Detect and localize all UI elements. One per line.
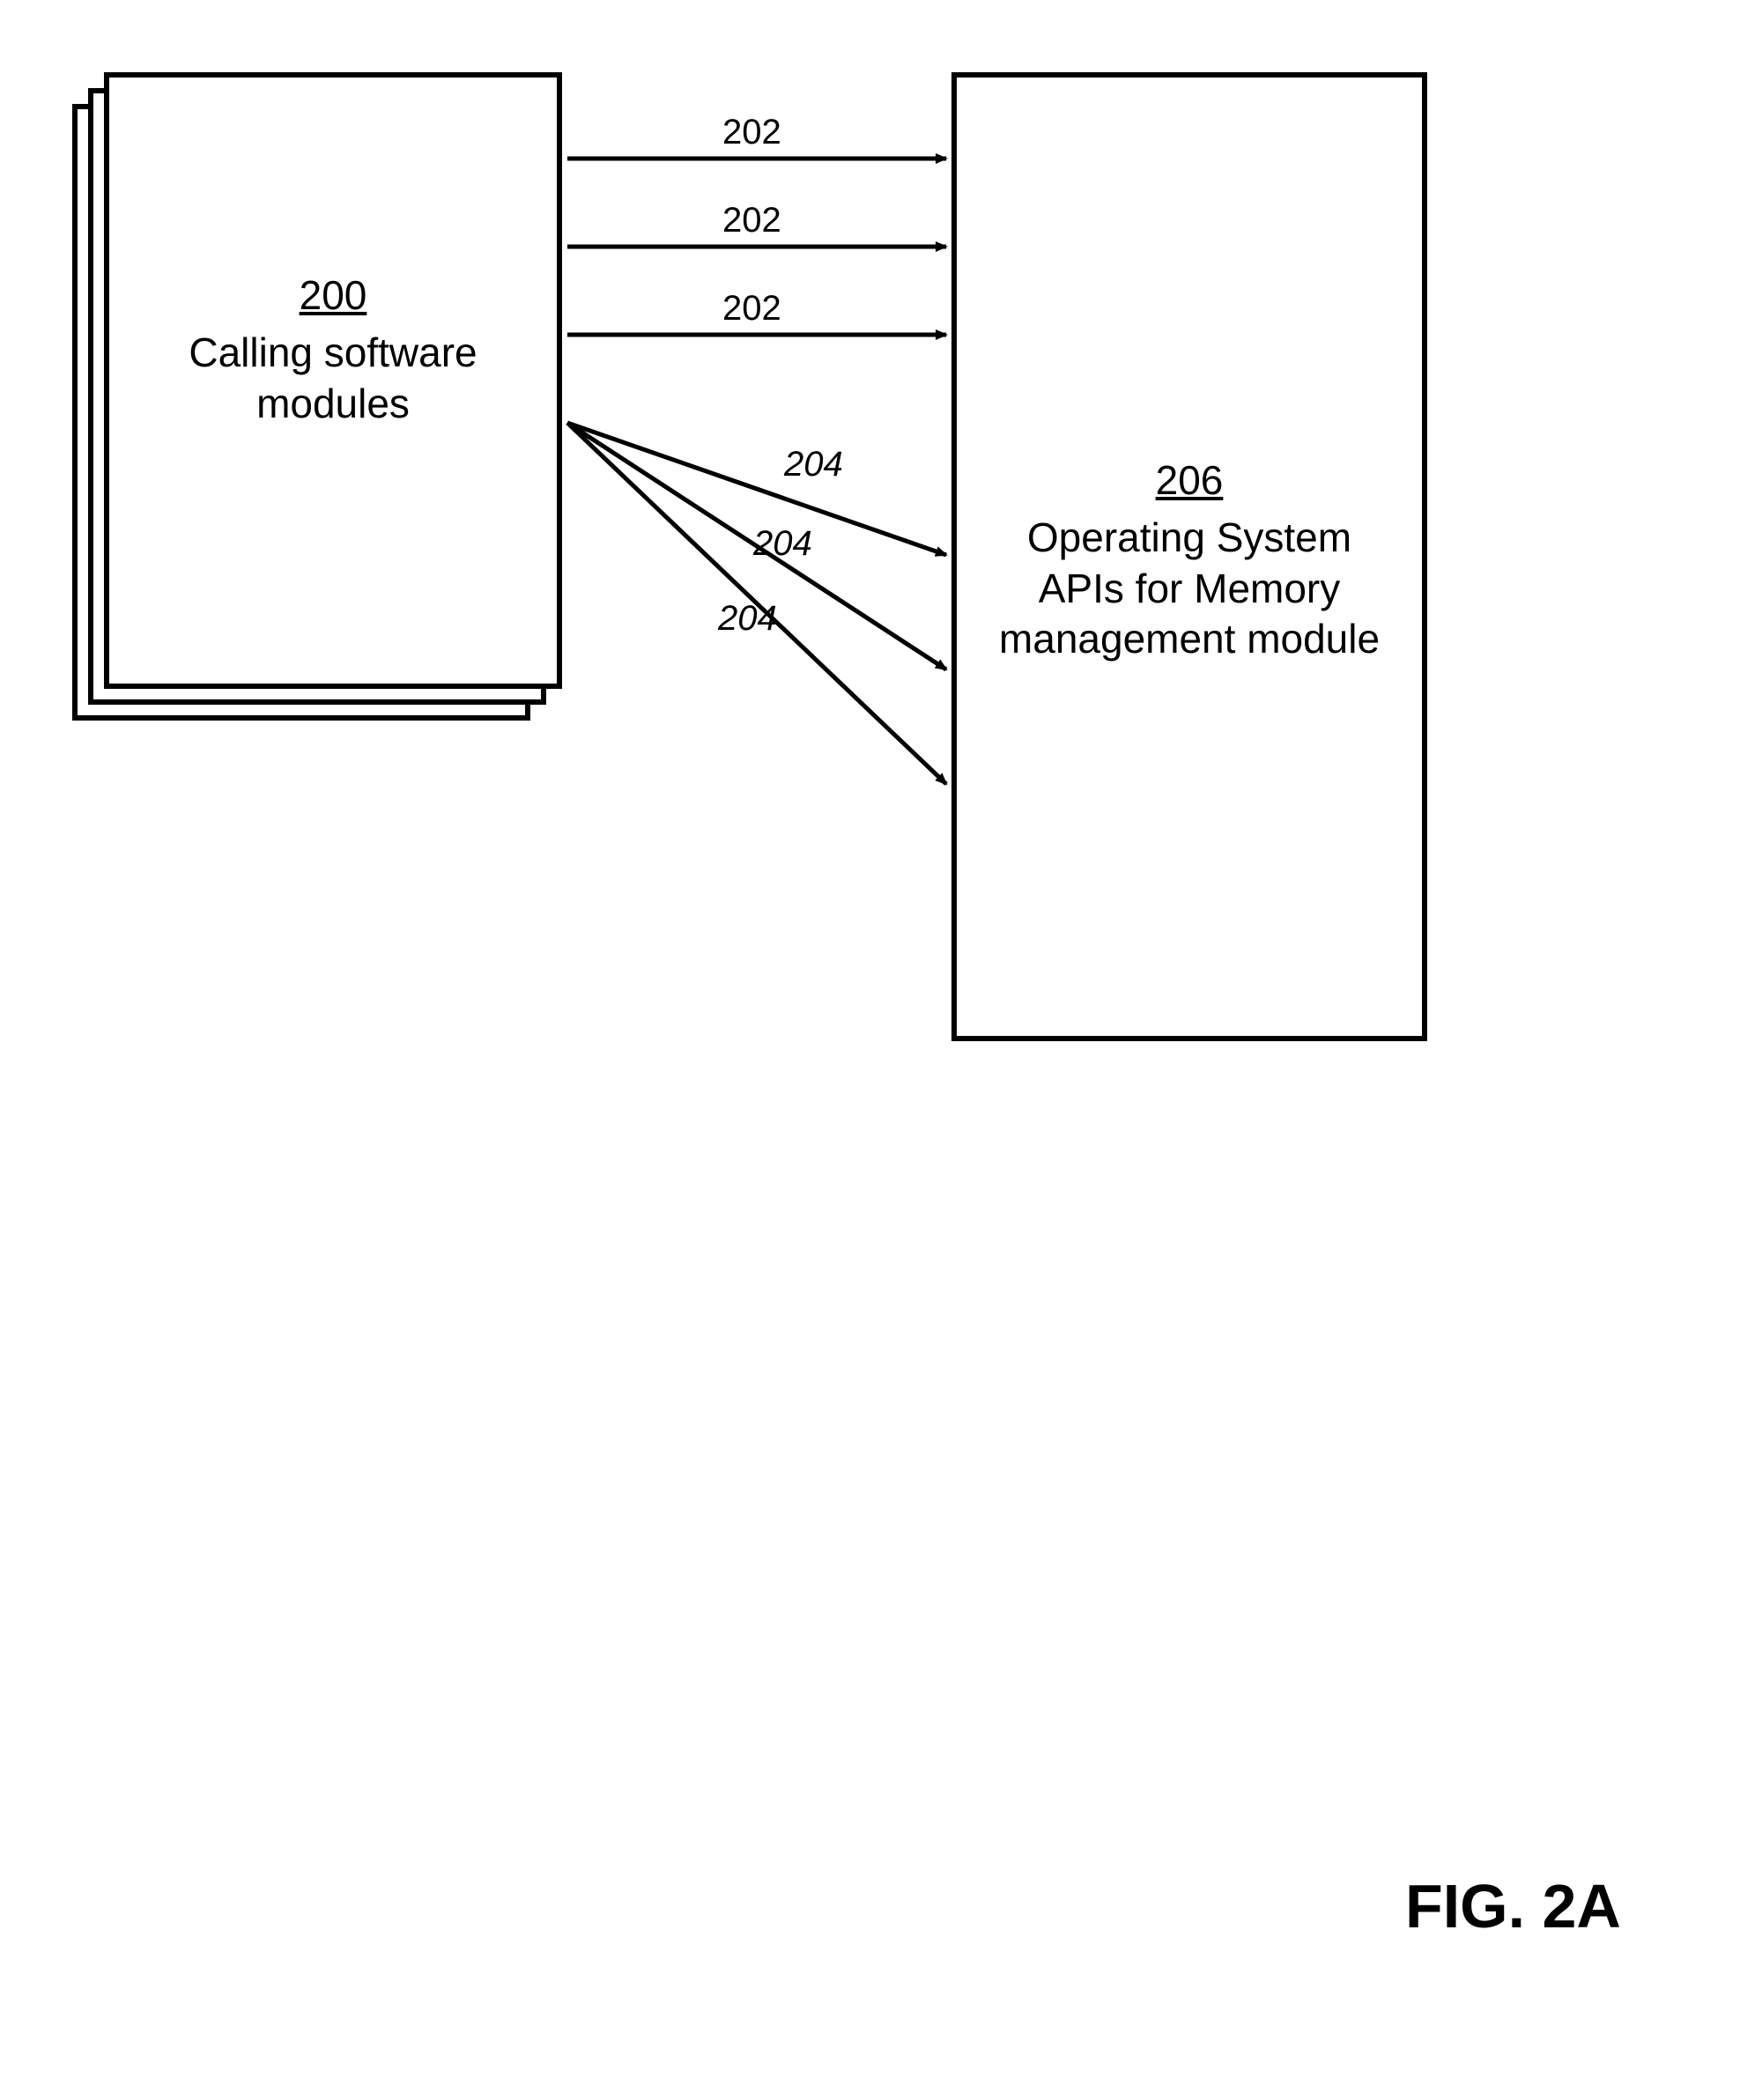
left-box-ref: 200 [109,271,557,319]
arrow-label-202-c: 202 [722,289,781,329]
os-apis-memory-management-box: 206 Operating System APIs for Memory man… [951,72,1427,1041]
arrow-label-204-a: 204 [784,445,843,484]
right-box-ref: 206 [957,456,1422,504]
calling-software-modules-box: 200 Calling software modules [104,72,562,689]
arrow-label-202-a: 202 [722,113,781,152]
arrow-label-204-b: 204 [753,524,812,564]
left-box-label-line1: Calling software [189,329,477,375]
left-box-label-line2: modules [256,381,410,426]
right-box-label-line3: management module [999,616,1380,662]
arrow-label-204-c: 204 [718,599,777,639]
arrow-label-202-b: 202 [722,201,781,240]
diagram-canvas: 200 Calling software modules 206 Operati… [0,0,1762,2100]
right-box-label-line1: Operating System [1027,514,1351,560]
right-box-label-line2: APIs for Memory [1039,566,1341,611]
figure-label: FIG. 2A [1405,1871,1621,1941]
